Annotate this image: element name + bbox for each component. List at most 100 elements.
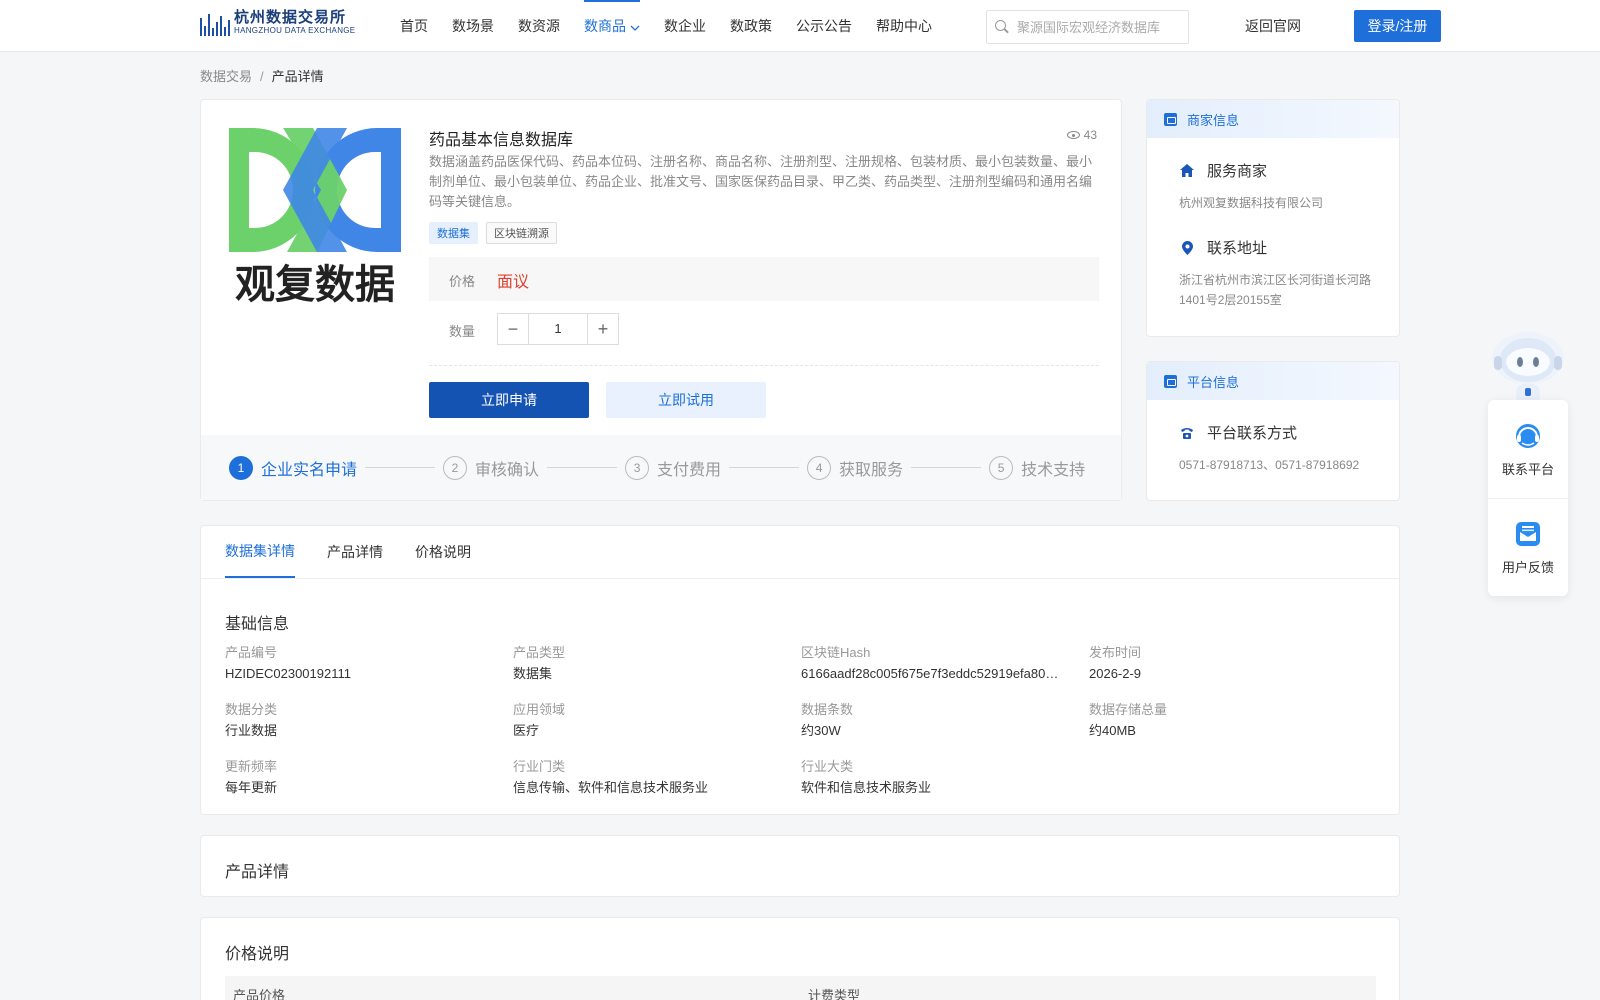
step-2: 2 审核确认 <box>443 455 540 480</box>
info-field: 产品类型 数据集 <box>513 644 801 684</box>
product-description: 数据涵盖药品医保代码、药品本位码、注册名称、商品名称、注册剂型、注册规格、包装材… <box>429 154 1093 209</box>
assistant-robot-icon[interactable] <box>1488 326 1568 404</box>
nav-item-label: 数政策 <box>730 18 772 34</box>
apply-now-button[interactable]: 立即申请 <box>429 382 589 418</box>
info-field-label: 行业门类 <box>513 759 566 774</box>
info-field-label: 数据条数 <box>801 702 854 717</box>
info-field-label: 行业大类 <box>801 759 854 774</box>
step-label: 支付费用 <box>657 461 722 479</box>
info-field-value: 约30W <box>801 723 841 738</box>
step-number: 2 <box>443 455 468 480</box>
billing-type-column-header: 计费类型 <box>808 988 861 1000</box>
nav-item-label: 数商品 <box>584 18 626 34</box>
contact-address-value: 浙江省杭州市滨江区长河街道长河路1401号2层20155室 <box>1179 273 1372 307</box>
price-label: 价格 <box>449 274 476 289</box>
nav-item-label: 公示公告 <box>796 18 852 34</box>
step-number: 3 <box>625 455 650 480</box>
info-field: 发布时间 2026-2-9 <box>1089 644 1375 684</box>
info-field-label: 数据分类 <box>225 702 278 717</box>
try-now-button[interactable]: 立即试用 <box>606 382 766 418</box>
nav-item-label: 数场景 <box>452 18 494 34</box>
step-1: 1 企业实名申请 <box>229 455 358 480</box>
tag-blockchain: 区块链溯源 <box>486 222 557 244</box>
step-connector <box>729 467 800 468</box>
contact-platform-button[interactable]: 联系平台 <box>1488 400 1568 498</box>
nav-item-1[interactable]: 数场景 <box>452 0 494 52</box>
info-field-label: 数据存储总量 <box>1089 702 1168 717</box>
phone-icon <box>1179 425 1195 441</box>
contact-platform-label: 联系平台 <box>1501 461 1554 477</box>
mail-feedback-icon <box>1516 522 1540 546</box>
site-logo[interactable]: 杭州数据交易所 HANGZHOU DATA EXCHANGE <box>200 9 355 36</box>
nav-item-6[interactable]: 公示公告 <box>796 0 852 52</box>
nav-item-5[interactable]: 数政策 <box>730 0 772 52</box>
price-row: 价格 面议 <box>429 257 1099 301</box>
guanfu-logo-icon: 观复数据 <box>229 128 401 308</box>
nav-item-0[interactable]: 首页 <box>400 0 428 52</box>
info-field: 行业大类 软件和信息技术服务业 <box>801 758 1089 798</box>
tab-0[interactable]: 数据集详情 <box>225 526 295 578</box>
price-column-header: 产品价格 <box>233 988 286 1000</box>
search-icon[interactable] <box>995 20 1009 34</box>
minus-icon[interactable]: − <box>498 314 529 344</box>
product-detail-section: 产品详情 <box>200 835 1400 897</box>
service-merchant-value[interactable]: 杭州观复数据科技有限公司 <box>1179 193 1323 213</box>
info-field-value: 行业数据 <box>225 723 278 738</box>
breadcrumb-separator: / <box>260 69 264 84</box>
product-tags: 数据集 区块链溯源 <box>429 222 557 244</box>
login-register-button[interactable]: 登录/注册 <box>1354 10 1441 42</box>
eye-icon <box>1066 131 1080 139</box>
detail-tabs: 数据集详情 产品详情 价格说明 <box>201 526 1399 579</box>
search-box[interactable] <box>986 10 1189 44</box>
user-feedback-label: 用户反馈 <box>1501 560 1554 575</box>
nav-item-3[interactable]: 数商品 <box>584 0 640 52</box>
tab-1[interactable]: 产品详情 <box>327 526 383 578</box>
info-field-value: 每年更新 <box>225 780 278 795</box>
info-field-value: 数据集 <box>513 666 553 681</box>
step-number: 4 <box>807 455 832 480</box>
quantity-value[interactable]: 1 <box>529 314 587 344</box>
info-field: 数据存储总量 约40MB <box>1089 701 1375 741</box>
step-3: 3 支付费用 <box>625 455 722 480</box>
nav-item-label: 数企业 <box>664 18 706 34</box>
view-count: 43 <box>1066 128 1097 142</box>
platform-info-header: 平台信息 <box>1147 362 1399 400</box>
info-field: 产品编号 HZIDEC02300192111 <box>225 644 513 684</box>
step-connector <box>547 467 618 468</box>
step-5: 5 技术支持 <box>989 455 1086 480</box>
user-feedback-button[interactable]: 用户反馈 <box>1488 498 1568 596</box>
nav-item-7[interactable]: 帮助中心 <box>876 0 932 52</box>
nav-item-4[interactable]: 数企业 <box>664 0 706 52</box>
plus-icon[interactable]: + <box>587 314 618 344</box>
step-label: 审核确认 <box>475 461 540 479</box>
breadcrumb-current: 产品详情 <box>271 69 324 84</box>
info-field-value: 医疗 <box>513 723 540 738</box>
info-field-label: 产品编号 <box>225 645 278 660</box>
basic-info-grid: 产品编号 HZIDEC02300192111 产品类型 数据集 区块链Hash 6166a… <box>225 644 1375 798</box>
contact-address-label: 联系地址 <box>1207 240 1268 257</box>
merchant-info-header: 商家信息 <box>1147 100 1399 138</box>
home-icon <box>1179 163 1195 179</box>
back-to-site-link[interactable]: 返回官网 <box>1245 0 1301 52</box>
info-field-value: 信息传输、软件和信息技术服务业 <box>513 780 709 795</box>
platform-contact-value: 0571-87918713、0571-87918692 <box>1179 458 1360 472</box>
step-4: 4 获取服务 <box>807 455 903 480</box>
nav-item-2[interactable]: 数资源 <box>518 0 560 52</box>
info-field-value: 2026-2-9 <box>1089 666 1142 681</box>
info-field-label: 应用领域 <box>513 702 566 717</box>
nav-item-label: 帮助中心 <box>876 18 932 34</box>
product-summary-card: 观复数据 药品基本信息数据库 43 数据涵盖药品医保代码、药品本位码、注册名称、… <box>200 99 1122 501</box>
price-table-header: 产品价格 计费类型 <box>225 976 1376 1000</box>
info-field-label: 发布时间 <box>1089 645 1142 660</box>
tab-2[interactable]: 价格说明 <box>415 526 471 578</box>
search-input[interactable] <box>1017 19 1177 35</box>
contact-address-title: 联系地址 <box>1179 237 1379 258</box>
step-label: 企业实名申请 <box>261 461 358 479</box>
step-label: 技术支持 <box>1021 461 1086 479</box>
tag-dataset: 数据集 <box>429 222 478 244</box>
info-field-value: 约40MB <box>1089 723 1136 738</box>
chevron-down-icon <box>630 5 640 53</box>
breadcrumb-parent[interactable]: 数据交易 <box>200 69 252 84</box>
info-field-value: 6166aadf28c005f675e7f3eddc52919efa80… <box>801 666 1059 681</box>
nav-item-label: 数资源 <box>518 18 560 34</box>
